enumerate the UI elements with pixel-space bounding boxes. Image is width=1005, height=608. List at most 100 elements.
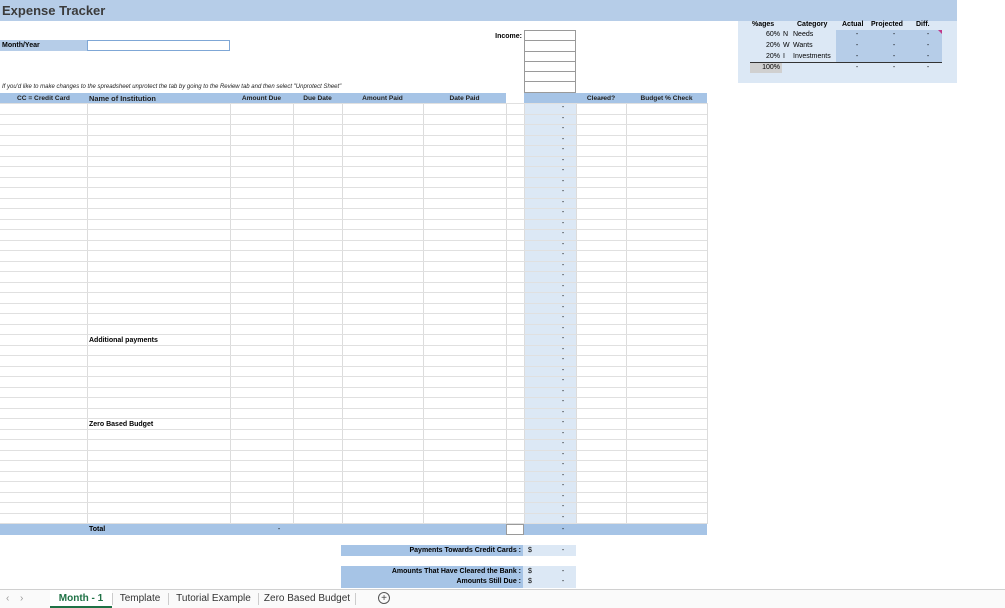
table-row (0, 470, 707, 472)
row-computed-value: - (561, 492, 565, 500)
total-row (0, 524, 506, 535)
payments-cc-currency: $ (528, 547, 532, 554)
row-computed-value: - (561, 345, 565, 353)
tab-template[interactable]: Template (113, 590, 167, 608)
table-row (0, 229, 707, 230)
row-computed-value: - (561, 104, 565, 111)
payments-cc-value: - (561, 547, 565, 554)
still-due-currency: $ (528, 578, 532, 585)
row-computed-value: - (561, 408, 565, 416)
row-computed-value: - (561, 377, 565, 384)
table-row (0, 260, 707, 262)
row-computed-value: - (561, 398, 565, 405)
table-row (0, 250, 707, 251)
row-computed-value: - (561, 314, 565, 321)
row-computed-value: - (561, 167, 565, 174)
table-row (0, 365, 707, 367)
budget-row-needs-name: Needs (793, 31, 814, 38)
table-row (0, 397, 707, 398)
col-header-cleared: Cleared? (586, 95, 616, 102)
scroll-prev-icon[interactable]: ‹ (6, 593, 9, 604)
month-year-label: Month/Year (2, 42, 40, 49)
row-computed-value: - (561, 198, 565, 206)
table-row (0, 176, 707, 178)
table-row (0, 502, 707, 503)
income-input-6[interactable] (524, 82, 576, 93)
row-computed-value: - (561, 219, 565, 227)
tab-zero-based-budget[interactable]: Zero Based Budget (259, 590, 355, 608)
table-row (0, 145, 707, 146)
table-row (0, 218, 707, 220)
add-sheet-icon[interactable]: + (378, 592, 390, 604)
row-computed-value: - (561, 440, 565, 447)
row-computed-value: - (561, 251, 565, 258)
budget-row-investments-diff: - (926, 53, 930, 60)
total-input-cell[interactable] (506, 524, 524, 535)
table-row (0, 197, 707, 199)
row-computed-value: - (561, 303, 565, 311)
table-row (0, 481, 707, 482)
income-input-4[interactable] (524, 62, 576, 72)
table-row (0, 187, 707, 188)
tab-month-1[interactable]: Month - 1 (50, 590, 112, 608)
row-computed-value: - (561, 261, 565, 269)
table-row (0, 376, 707, 377)
tab-tutorial-example[interactable]: Tutorial Example (169, 590, 258, 608)
budget-row-wants-diff: - (926, 42, 930, 49)
cleared-bank-value: - (561, 568, 565, 575)
row-computed-value: - (561, 461, 565, 468)
row-computed-value: - (561, 156, 565, 164)
cleared-bank-currency: $ (528, 568, 532, 575)
instruction-text: If you'd like to make changes to the spr… (2, 84, 342, 90)
budget-header-projected: Projected (871, 21, 903, 28)
table-row (0, 460, 707, 461)
table-row (0, 292, 707, 293)
budget-row-wants-projected: - (892, 42, 896, 49)
row-computed-value: - (561, 335, 565, 342)
table-row (0, 323, 707, 325)
income-input-5[interactable] (524, 72, 576, 82)
income-input-2[interactable] (524, 41, 576, 52)
zero-based-budget-label: Zero Based Budget (89, 421, 154, 428)
col-header-amount-paid: Amount Paid (362, 95, 403, 102)
month-year-input[interactable] (87, 40, 230, 51)
row-computed-value: - (561, 188, 565, 195)
budget-total-pct: 100% (762, 64, 780, 71)
budget-header-diff: Diff. (916, 21, 930, 28)
table-row (0, 239, 707, 241)
budget-row-investments-code: I (783, 53, 785, 60)
row-computed-value: - (561, 177, 565, 185)
row-computed-value: - (561, 230, 565, 237)
row-computed-value: - (561, 387, 565, 395)
budget-row-needs-code: N (783, 31, 789, 38)
income-input-1[interactable] (524, 30, 576, 41)
table-row (0, 134, 707, 136)
comment-indicator-icon (938, 30, 942, 34)
col-header-institution: Name of Institution (89, 94, 156, 103)
table-row (0, 386, 707, 388)
budget-row-investments-actual: - (855, 53, 859, 60)
col-header-amount-due: Amount Due (241, 95, 282, 102)
row-computed-value: - (561, 282, 565, 290)
row-computed-value: - (561, 356, 565, 363)
budget-row-needs-actual: - (855, 31, 859, 38)
grid-vline (707, 103, 708, 524)
row-computed-value: - (561, 114, 565, 122)
table-row (0, 428, 707, 430)
table-row (0, 103, 707, 104)
total-computed: - (561, 526, 565, 533)
scroll-next-icon[interactable]: › (20, 593, 23, 604)
row-computed-value: - (561, 513, 565, 521)
table-row (0, 439, 707, 440)
budget-row-investments-pct: 20% (765, 53, 780, 60)
sheet-title: Expense Tracker (2, 3, 106, 18)
col-header-date-paid: Date Paid (449, 95, 480, 102)
payments-cc-label: Payments Towards Credit Cards : (409, 547, 521, 554)
row-computed-value: - (561, 429, 565, 437)
col-header-due-date: Due Date (303, 95, 332, 102)
budget-row-needs-pct: 60% (765, 31, 780, 38)
income-input-3[interactable] (524, 52, 576, 62)
table-row (0, 113, 707, 115)
table-row (0, 407, 707, 409)
cleared-bank-label: Amounts That Have Cleared the Bank : (391, 568, 521, 575)
